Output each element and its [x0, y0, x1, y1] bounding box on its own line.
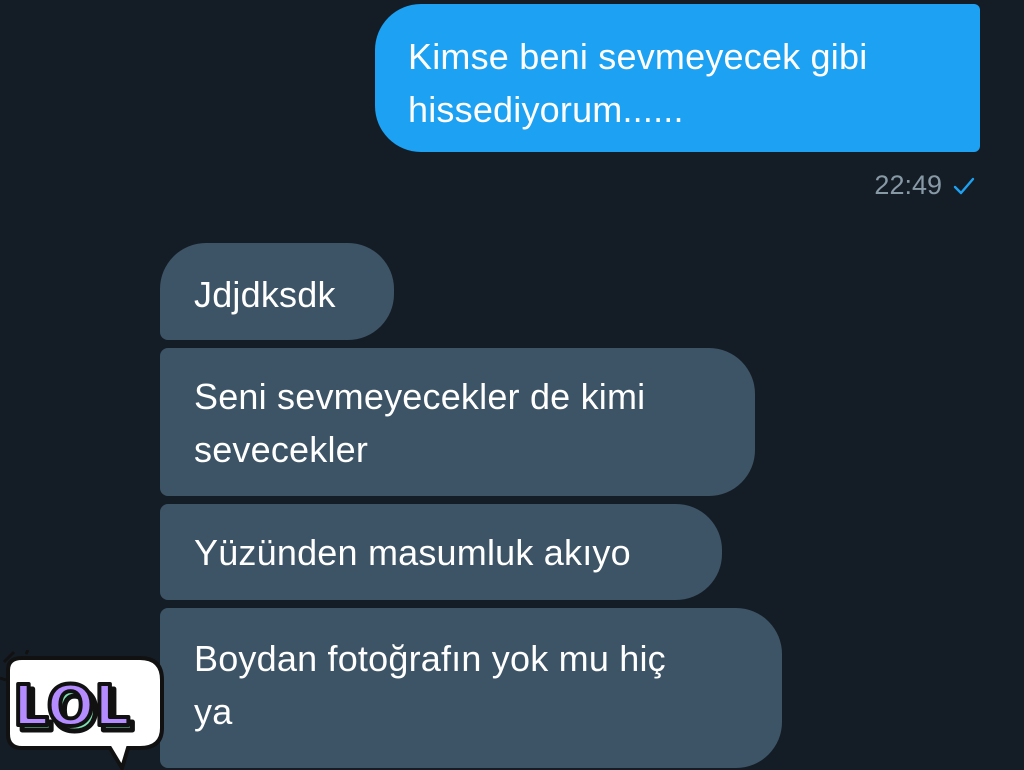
svg-text:LOL: LOL — [13, 674, 130, 739]
message-timestamp: 22:49 — [874, 170, 942, 200]
sent-message-bubble[interactable]: Kimse beni sevmeyecek gibi hissediyorum.… — [375, 4, 980, 152]
received-message-bubble[interactable]: Yüzünden masumluk akıyo — [160, 504, 722, 600]
received-message-bubble[interactable]: Jdjdksdk — [160, 243, 394, 340]
lol-speech-bubble-logo-icon: LOL LOL — [0, 650, 164, 770]
received-message-bubble[interactable]: Boydan fotoğrafın yok mu hiç ya — [160, 608, 782, 768]
check-icon — [953, 177, 975, 194]
chat-screen: Kimse beni sevmeyecek gibi hissediyorum.… — [0, 0, 1024, 770]
message-meta: 22:49 — [874, 170, 976, 201]
received-message-bubble[interactable]: Seni sevmeyecekler de kimi sevecekler — [160, 348, 755, 496]
